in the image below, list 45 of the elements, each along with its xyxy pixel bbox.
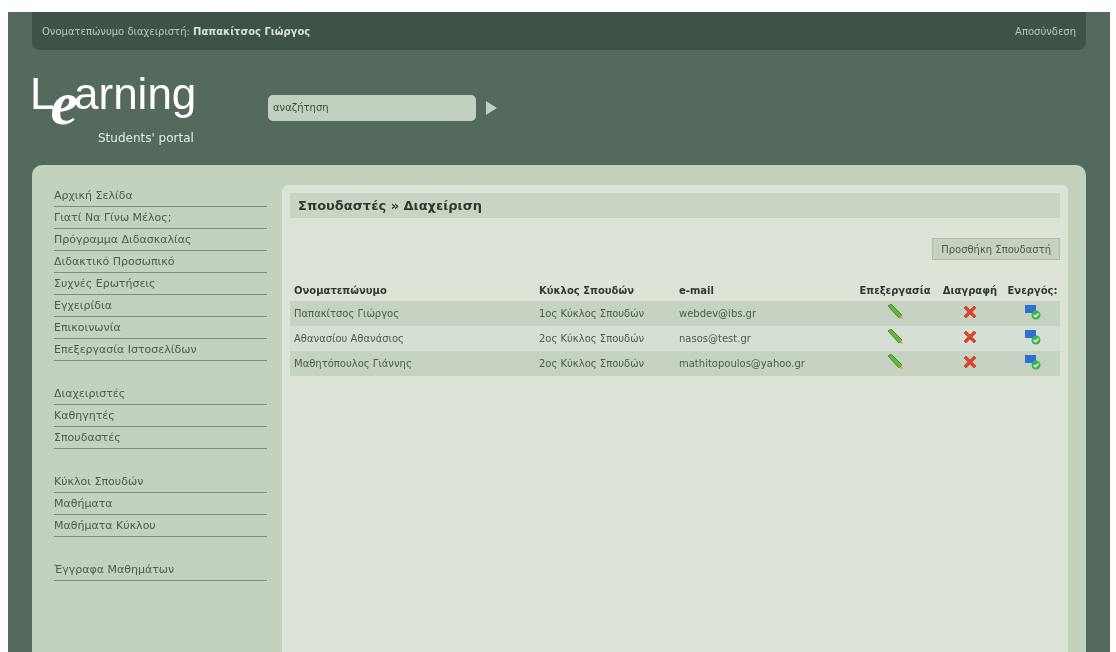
search-field[interactable]: αναζήτηση bbox=[268, 94, 476, 121]
table-cell: Παπακίτσος Γιώργος bbox=[294, 308, 400, 319]
delete-icon[interactable] bbox=[962, 328, 978, 345]
sidebar-item[interactable]: Έγγραφα Μαθημάτων bbox=[54, 559, 267, 581]
sidebar-item[interactable]: Σπουδαστές bbox=[54, 427, 267, 449]
delete-icon[interactable] bbox=[962, 353, 978, 370]
column-header: e-mail bbox=[679, 285, 714, 296]
monitor-check-icon[interactable] bbox=[1023, 303, 1042, 320]
table-cell: webdev@ibs.gr bbox=[679, 308, 757, 319]
table-cell: Μαθητόπουλος Γιάννης bbox=[294, 358, 412, 369]
sidebar-item[interactable]: Μαθήματα Κύκλου bbox=[54, 515, 267, 537]
sidebar-item[interactable]: Γιατί Να Γίνω Μέλος; bbox=[54, 207, 267, 229]
column-header: Κύκλος Σπουδών bbox=[539, 285, 634, 296]
admin-name-label: Ονοματεπώνυμο διαχειριστή: Παπακίτσος Γιώργος bbox=[42, 24, 311, 39]
page-title-bar: Σπουδαστές » Διαχείριση bbox=[290, 193, 1060, 218]
column-header: Διαγραφή bbox=[942, 285, 998, 296]
sidebar-item[interactable]: Διδακτικό Προσωπικό bbox=[54, 251, 267, 273]
add-student-button[interactable]: Προσθήκη Σπουδαστή bbox=[932, 238, 1060, 260]
table-cell: 2ος Κύκλος Σπουδών bbox=[539, 333, 645, 344]
monitor-check-icon[interactable] bbox=[1023, 328, 1042, 345]
logout-link[interactable]: Αποσύνδεση bbox=[1015, 23, 1076, 39]
column-header: Επεξεργασία bbox=[859, 285, 931, 296]
sidebar-item[interactable]: Επικοινωνία bbox=[54, 317, 267, 339]
table-cell: Αθανασίου Αθανάσιος bbox=[294, 333, 404, 344]
pencil-icon[interactable] bbox=[886, 303, 904, 320]
column-header: Ονοματεπώνυμο bbox=[294, 285, 387, 296]
pencil-icon[interactable] bbox=[886, 353, 904, 370]
sidebar-item[interactable]: Μαθήματα bbox=[54, 493, 267, 515]
monitor-check-icon[interactable] bbox=[1023, 353, 1042, 370]
sidebar-item[interactable]: Συχνές Ερωτήσεις bbox=[54, 273, 267, 295]
sidebar-item[interactable]: Πρόγραμμα Διδασκαλίας bbox=[54, 229, 267, 251]
table-cell: nasos@test.gr bbox=[679, 333, 751, 344]
table-cell: 2ος Κύκλος Σπουδών bbox=[539, 358, 645, 369]
delete-icon[interactable] bbox=[962, 303, 978, 320]
table-cell: mathitopoulos@yahoo.gr bbox=[679, 358, 805, 369]
sidebar-item[interactable]: Επεξεργασία Ιστοσελίδων bbox=[54, 339, 267, 361]
sidebar-item[interactable]: Κύκλοι Σπουδών bbox=[54, 471, 267, 493]
sidebar-item[interactable]: Εγχειρίδια bbox=[54, 295, 267, 317]
sidebar-item[interactable]: Αρχική Σελίδα bbox=[54, 185, 267, 207]
sidebar-item[interactable]: Καθηγητές bbox=[54, 405, 267, 427]
play-arrow-icon[interactable] bbox=[486, 100, 497, 115]
table-cell: 1ος Κύκλος Σπουδών bbox=[539, 308, 645, 319]
pencil-icon[interactable] bbox=[886, 328, 904, 345]
column-header: Ενεργός: bbox=[1007, 285, 1058, 296]
sidebar-item[interactable]: Διαχειριστές bbox=[54, 383, 267, 405]
